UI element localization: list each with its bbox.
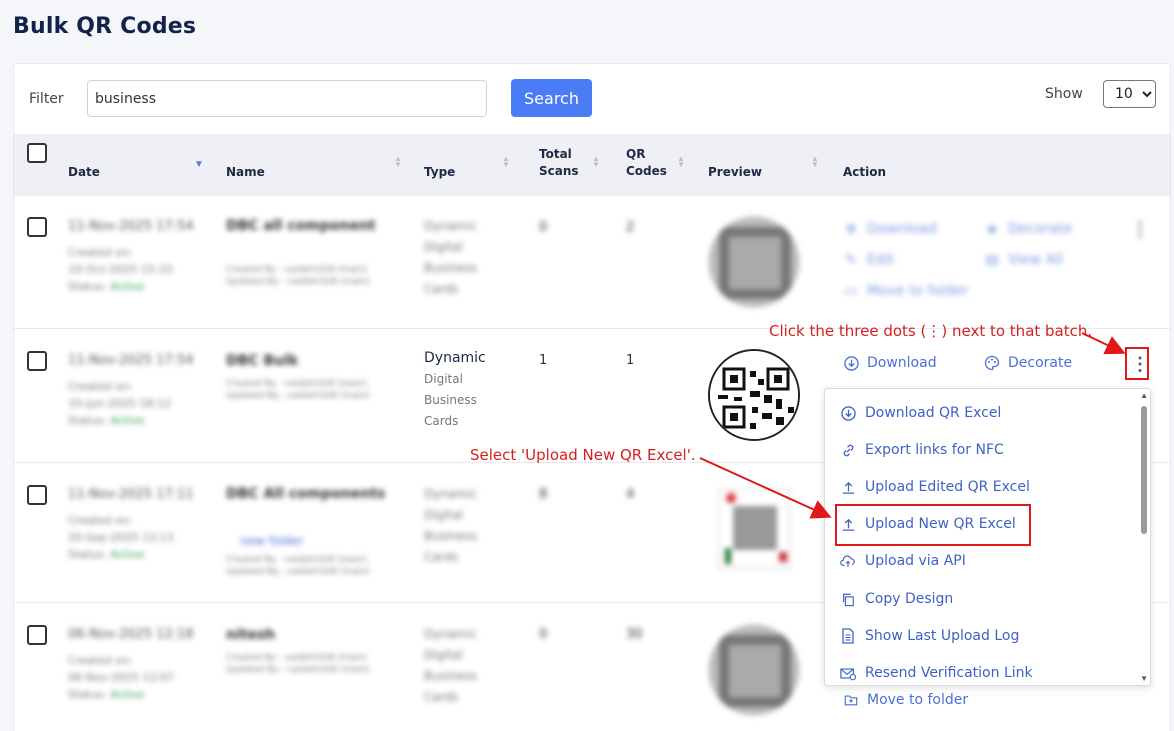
page-size-select[interactable]: 10 [1103, 80, 1156, 108]
row-type: Dynamic Digital Business Cards [424, 627, 477, 704]
sort-icon[interactable]: ▲ ▼ [677, 155, 685, 169]
highlight-three-dots [1125, 347, 1149, 380]
sort-icon[interactable]: ▲ ▼ [394, 155, 402, 169]
row-date: 11-Nov-2025 17:54 [68, 219, 194, 234]
row-name[interactable]: nitesh [226, 627, 275, 643]
row-created-by: Created By : vaidehi328 (main) Updated By… [226, 653, 370, 675]
header-name[interactable]: Name [226, 164, 265, 181]
header-type[interactable]: Type [424, 164, 455, 181]
header-qr-codes[interactable]: QR Codes [626, 146, 667, 180]
view-all-action[interactable]: ▤ View All [984, 252, 1063, 268]
row-folder-link[interactable]: new folder [240, 534, 303, 548]
scroll-down-arrow-icon[interactable]: ▼ [1140, 674, 1148, 683]
search-button[interactable]: Search [511, 79, 592, 117]
pencil-icon: ✎ [845, 252, 857, 268]
scroll-thumb[interactable] [1141, 406, 1147, 534]
row-total-scans: 0 [539, 220, 548, 235]
qr-preview-image[interactable] [718, 489, 790, 569]
mail-icon [840, 665, 856, 681]
upload-icon [840, 479, 856, 495]
row-name[interactable]: DBC all component [226, 218, 376, 234]
header-preview: Preview [708, 165, 763, 179]
row-created-meta: Created on: 10-Oct-2025 15:33 Status: Acti… [68, 246, 173, 293]
menu-item-show-last-upload-log[interactable]: Show Last Upload Log [840, 628, 1019, 644]
bulk-qr-table-card: Filter Search Show 10 Date ▼ Name ▲▼ Typ… [13, 63, 1171, 731]
folder-icon [843, 692, 859, 708]
row-qr-codes: 30 [626, 627, 643, 642]
decorate-action[interactable]: ◈ Decorate [984, 221, 1072, 237]
cloud-upload-icon [840, 553, 856, 569]
download-circle-icon [843, 355, 859, 371]
document-icon [840, 628, 856, 644]
row-created-meta: Created on: 20-Sep-2025 12:13 Status: Acti… [68, 514, 174, 561]
scroll-up-arrow-icon[interactable]: ▲ [1140, 391, 1148, 400]
copy-icon [840, 591, 856, 607]
row-qr-codes: 1 [626, 353, 635, 368]
menu-item-copy-design[interactable]: Copy Design [840, 591, 953, 607]
folder-icon: ▭ [844, 283, 858, 299]
filter-label: Filter [29, 91, 64, 107]
qr-preview-image[interactable] [708, 349, 800, 441]
header-date[interactable]: Date [68, 164, 100, 181]
annotation-step-2: Select 'Upload New QR Excel'. [470, 446, 696, 464]
download-circle-icon [840, 405, 856, 421]
row-checkbox[interactable] [27, 351, 47, 371]
menu-item-upload-edited-qr-excel[interactable]: Upload Edited QR Excel [840, 479, 1030, 495]
row-created-by: Created By : vaidehi328 (main) Updated By… [226, 379, 370, 401]
palette-icon: ◈ [986, 221, 998, 237]
select-all-checkbox[interactable] [27, 143, 47, 163]
row-checkbox[interactable] [27, 485, 47, 505]
more-options-icon[interactable]: ⋮ [1131, 220, 1149, 238]
move-to-folder-action[interactable]: ▭ Move to folder [843, 283, 968, 299]
row-checkbox[interactable] [27, 625, 47, 645]
download-circle-icon: ⊕ [845, 221, 857, 237]
filter-input[interactable] [87, 80, 487, 117]
page-title: Bulk QR Codes [13, 14, 197, 39]
table-header: Date ▼ Name ▲ ▼ Type ▲ ▼ Total Scans ▲ ▼ QR C… [14, 134, 1170, 196]
annotation-step-1: Click the three dots (⋮) next to that ba… [769, 322, 1093, 340]
menu-item-export-links-nfc[interactable]: Export links for NFC [840, 442, 1004, 458]
sort-icon[interactable]: ▲ ▼ [502, 155, 510, 169]
row-qr-codes: 4 [626, 487, 635, 502]
row-date: 11-Nov-2025 17:11 [68, 487, 194, 502]
menu-item-download-qr-excel[interactable]: Download QR Excel [840, 405, 1001, 421]
view-icon: ▤ [985, 252, 999, 268]
row-created-by: Created By : vaidehi328 (main) Updated By… [226, 265, 370, 287]
header-action: Action [843, 165, 887, 179]
menu-item-resend-verification-link[interactable]: Resend Verification Link [840, 665, 1033, 681]
row-type: Dynamic Digital Business Cards [424, 219, 477, 296]
download-action[interactable]: ⊕ Download [843, 221, 936, 237]
sort-desc-icon[interactable]: ▼ [194, 160, 204, 170]
link-icon [840, 442, 856, 458]
show-label: Show [1045, 86, 1083, 102]
qr-preview-image[interactable] [708, 216, 800, 308]
header-total-scans[interactable]: Total Scans [539, 146, 579, 180]
row-created-by: Created By : vaidehi328 (main) Updated By… [226, 555, 370, 577]
row-checkbox[interactable] [27, 217, 47, 237]
menu-item-upload-via-api[interactable]: Upload via API [840, 553, 966, 569]
row-date: 11-Nov-2025 17:54 [68, 353, 194, 368]
row-total-scans: 0 [539, 627, 548, 642]
row-type: Dynamic Digital Business Cards [424, 350, 486, 428]
row-total-scans: 8 [539, 487, 548, 502]
qr-preview-image[interactable] [708, 624, 800, 716]
row-total-scans: 1 [539, 353, 548, 368]
row-name[interactable]: DBC Bulk [226, 353, 298, 369]
menu-scrollbar[interactable] [1141, 401, 1147, 667]
row-created-meta: Created on: 10-Jun-2025 18:12 Status: Acti… [68, 380, 171, 427]
download-action[interactable]: Download [843, 355, 937, 371]
row-type: Dynamic Digital Business Cards [424, 487, 477, 564]
edit-action[interactable]: ✎ Edit [843, 252, 894, 268]
row-name[interactable]: DBC All components [226, 486, 385, 502]
highlight-upload-new-qr-excel [835, 504, 1031, 546]
decorate-action[interactable]: Decorate [984, 355, 1072, 371]
row-date: 06-Nov-2025 12:18 [68, 627, 194, 642]
palette-icon [984, 355, 1000, 371]
row-qr-codes: 2 [626, 220, 635, 235]
sort-icon[interactable]: ▲ ▼ [811, 155, 819, 169]
row-created-meta: Created on: 06-Nov-2025 12:07 Status: Acti… [68, 654, 175, 701]
sort-icon[interactable]: ▲ ▼ [592, 155, 600, 169]
move-to-folder-action[interactable]: Move to folder [843, 692, 968, 708]
